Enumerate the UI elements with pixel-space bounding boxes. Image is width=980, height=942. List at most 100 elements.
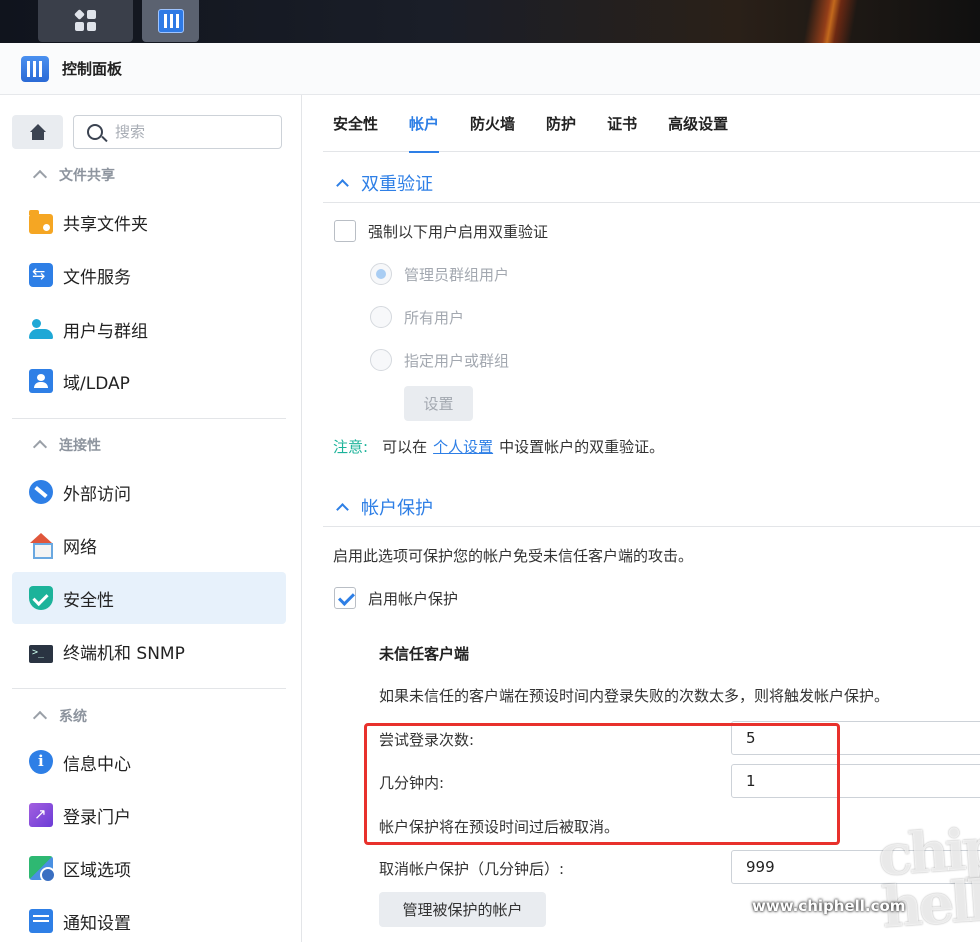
sidebar-item-external-access[interactable]: 外部访问 [12,466,286,518]
tab-security[interactable]: 安全性 [333,95,378,152]
sidebar-item-info-center[interactable]: 信息中心 [12,736,286,788]
sidebar-item-regional-options[interactable]: 区域选项 [12,842,286,894]
enforce-2fa-row[interactable]: 强制以下用户启用双重验证 [334,220,548,242]
account-protection-description: 启用此选项可保护您的帐户免受未信任客户端的攻击。 [333,547,694,565]
sidebar-item-domain-ldap[interactable]: 域/LDAP [12,355,286,407]
sidebar: 文件共享 共享文件夹 文件服务 用户与群组 域/LDAP 连接性 外部访问 网络… [0,95,302,942]
tab-certificate[interactable]: 证书 [607,95,637,152]
control-panel-taskbar-button[interactable] [142,0,199,42]
chevron-up-icon [32,439,48,455]
control-panel-app-icon [21,55,49,82]
section-header-connectivity[interactable]: 连接性 [32,435,101,455]
section-title: 双重验证 [361,173,433,195]
chevron-up-icon [32,710,48,726]
section-label: 连接性 [59,438,101,454]
control-panel-icon [157,9,184,33]
section-label: 系统 [59,709,87,725]
two-factor-note: 注意: 可以在 个人设置 中设置帐户的双重验证。 [333,436,664,457]
tab-account[interactable]: 帐户 [409,95,440,153]
sidebar-item-label: 用户与群组 [63,321,148,342]
taskbar [0,0,980,43]
sidebar-item-terminal-snmp[interactable]: 终端机和 SNMP [12,625,286,677]
radio-button[interactable] [370,306,392,328]
personal-settings-link[interactable]: 个人设置 [433,436,493,457]
tab-protection[interactable]: 防护 [546,95,576,152]
chiphell-watermark-logo: chip hell [876,814,980,942]
note-text: 中设置帐户的双重验证。 [499,438,665,456]
regional-options-icon [29,856,56,883]
divider [12,418,286,419]
main-menu-button[interactable] [38,0,133,42]
sidebar-item-label: 区域选项 [63,860,131,881]
sidebar-item-network[interactable]: 网络 [12,519,286,571]
highlight-annotation-box [364,723,840,845]
users-icon [29,317,53,341]
sidebar-item-label: 通知设置 [63,913,131,934]
shield-icon [29,586,53,610]
search-box[interactable] [73,115,282,149]
wallpaper-streak [720,0,940,43]
file-services-icon [29,263,53,287]
tab-firewall[interactable]: 防火墙 [470,95,515,152]
sidebar-item-label: 终端机和 SNMP [63,643,185,664]
radio-all-users[interactable]: 所有用户 [370,306,464,328]
note-label: 注意: [333,438,369,456]
home-button[interactable] [12,115,63,149]
sidebar-item-label: 信息中心 [63,754,131,775]
sidebar-item-users-groups[interactable]: 用户与群组 [12,303,286,355]
shared-folder-icon [29,210,53,234]
enforce-2fa-checkbox[interactable] [334,220,356,242]
sidebar-item-label: 登录门户 [63,807,131,828]
network-icon [29,533,53,559]
section-header-file-sharing[interactable]: 文件共享 [32,165,115,185]
sidebar-item-label: 共享文件夹 [63,214,148,235]
sidebar-item-label: 外部访问 [63,484,131,505]
sidebar-item-label: 网络 [63,537,97,558]
enable-protection-checkbox[interactable] [334,587,356,609]
external-access-icon [29,480,53,504]
section-title: 帐户保护 [361,497,433,519]
search-icon [87,124,103,140]
tab-advanced[interactable]: 高级设置 [668,95,728,152]
sidebar-item-shared-folder[interactable]: 共享文件夹 [12,196,286,248]
cancel-protection-label: 取消帐户保护（几分钟后）: [379,860,565,878]
chevron-up-icon [32,169,48,185]
radio-button[interactable] [370,349,392,371]
chevron-up-icon [336,503,349,516]
sidebar-item-security[interactable]: 安全性 [12,572,286,624]
watermark-url: www.chiphell.com [752,897,906,915]
section-header-system[interactable]: 系统 [32,706,87,726]
note-text: 可以在 [382,438,428,456]
tab-bar: 安全性 帐户 防火墙 防护 证书 高级设置 [323,95,980,153]
radio-specific-users[interactable]: 指定用户或群组 [370,349,509,371]
two-factor-settings-button[interactable]: 设置 [404,386,473,421]
radio-label: 指定用户或群组 [404,351,510,370]
sidebar-item-file-services[interactable]: 文件服务 [12,249,286,301]
sidebar-item-label: 文件服务 [63,267,131,288]
two-factor-section-header[interactable]: 双重验证 [323,163,980,203]
terminal-icon [29,645,53,663]
section-label: 文件共享 [59,168,115,184]
chevron-up-icon [336,179,349,192]
radio-label: 管理员群组用户 [404,265,510,284]
divider [12,688,286,689]
sidebar-item-notification[interactable]: 通知设置 [12,895,286,942]
account-protection-section-header[interactable]: 帐户保护 [323,487,980,527]
window-header: 控制面板 [0,43,980,95]
untrusted-clients-heading: 未信任客户端 [379,645,470,663]
search-input[interactable] [115,123,255,141]
enable-protection-row[interactable]: 启用帐户保护 [334,587,458,609]
radio-admin-group[interactable]: 管理员群组用户 [370,263,509,285]
radio-label: 所有用户 [404,308,465,327]
window-title: 控制面板 [62,60,123,78]
enable-protection-label: 启用帐户保护 [368,589,459,608]
radio-button[interactable] [370,263,392,285]
home-icon [29,124,47,140]
manage-protected-accounts-button[interactable]: 管理被保护的帐户 [379,892,546,927]
untrusted-clients-description: 如果未信任的客户端在预设时间内登录失败的次数太多，则将触发帐户保护。 [379,687,890,705]
sidebar-item-login-portal[interactable]: 登录门户 [12,789,286,841]
apps-grid-icon [73,9,97,32]
info-icon [29,750,53,774]
domain-ldap-icon [29,369,53,393]
enforce-2fa-label: 强制以下用户启用双重验证 [368,222,549,241]
